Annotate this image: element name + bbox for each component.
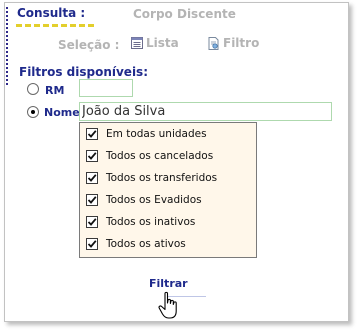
option-row-cancelados[interactable]: Todos os cancelados <box>86 150 213 162</box>
filtrar-button[interactable]: Filtrar <box>149 277 188 290</box>
list-icon <box>131 37 143 49</box>
consulta-label: Consulta : <box>17 6 86 20</box>
checkmark-icon <box>87 174 97 182</box>
lista-label: Lista <box>146 36 179 50</box>
nome-radio[interactable] <box>27 106 39 118</box>
selecao-label: Seleção : <box>58 38 120 52</box>
screenshot-stage: Consulta : Corpo Discente Seleção : List… <box>0 0 358 330</box>
rm-radio[interactable] <box>27 83 39 95</box>
header-dotted-rule <box>6 7 8 85</box>
option-row-ativos[interactable]: Todos os ativos <box>86 238 186 250</box>
filter-document-icon <box>208 36 219 50</box>
rm-label: RM <box>45 84 65 97</box>
transferidos-label: Todos os transferidos <box>106 172 218 184</box>
option-row-inativos[interactable]: Todos os inativos <box>86 216 195 228</box>
inativos-checkbox[interactable] <box>86 216 98 228</box>
cancelados-checkbox[interactable] <box>86 150 98 162</box>
evadidos-label: Todos os Evadidos <box>106 194 202 206</box>
lista-link[interactable]: Lista <box>131 36 179 50</box>
checkmark-icon <box>87 218 97 226</box>
evadidos-checkbox[interactable] <box>86 194 98 206</box>
ativos-label: Todos os ativos <box>106 238 186 250</box>
nome-label: Nome <box>44 106 80 119</box>
ativos-checkbox[interactable] <box>86 238 98 250</box>
checkmark-icon <box>87 196 97 204</box>
filtro-link[interactable]: Filtro <box>207 36 259 50</box>
option-row-transferidos[interactable]: Todos os transferidos <box>86 172 217 184</box>
option-row-evadidos[interactable]: Todos os Evadidos <box>86 194 202 206</box>
nome-input[interactable] <box>79 102 332 121</box>
rm-input[interactable] <box>79 79 133 97</box>
checkmark-icon <box>87 240 97 248</box>
option-row-todas-unidades[interactable]: Em todas unidades <box>86 128 207 140</box>
checkmark-icon <box>87 130 97 138</box>
filter-options-panel: Em todas unidades Todos os cancelados To… <box>79 122 257 258</box>
checkmark-icon <box>87 152 97 160</box>
filtro-label: Filtro <box>223 36 260 50</box>
corpo-discente-label: Corpo Discente <box>133 7 236 21</box>
hand-cursor-icon <box>158 291 177 319</box>
inativos-label: Todos os inativos <box>106 216 196 228</box>
filtros-disponiveis-label: Filtros disponíveis: <box>19 65 148 79</box>
cancelados-label: Todos os cancelados <box>106 150 214 162</box>
todas-unidades-checkbox[interactable] <box>86 128 98 140</box>
todas-unidades-label: Em todas unidades <box>106 128 207 140</box>
consulta-underline <box>16 24 94 27</box>
transferidos-checkbox[interactable] <box>86 172 98 184</box>
